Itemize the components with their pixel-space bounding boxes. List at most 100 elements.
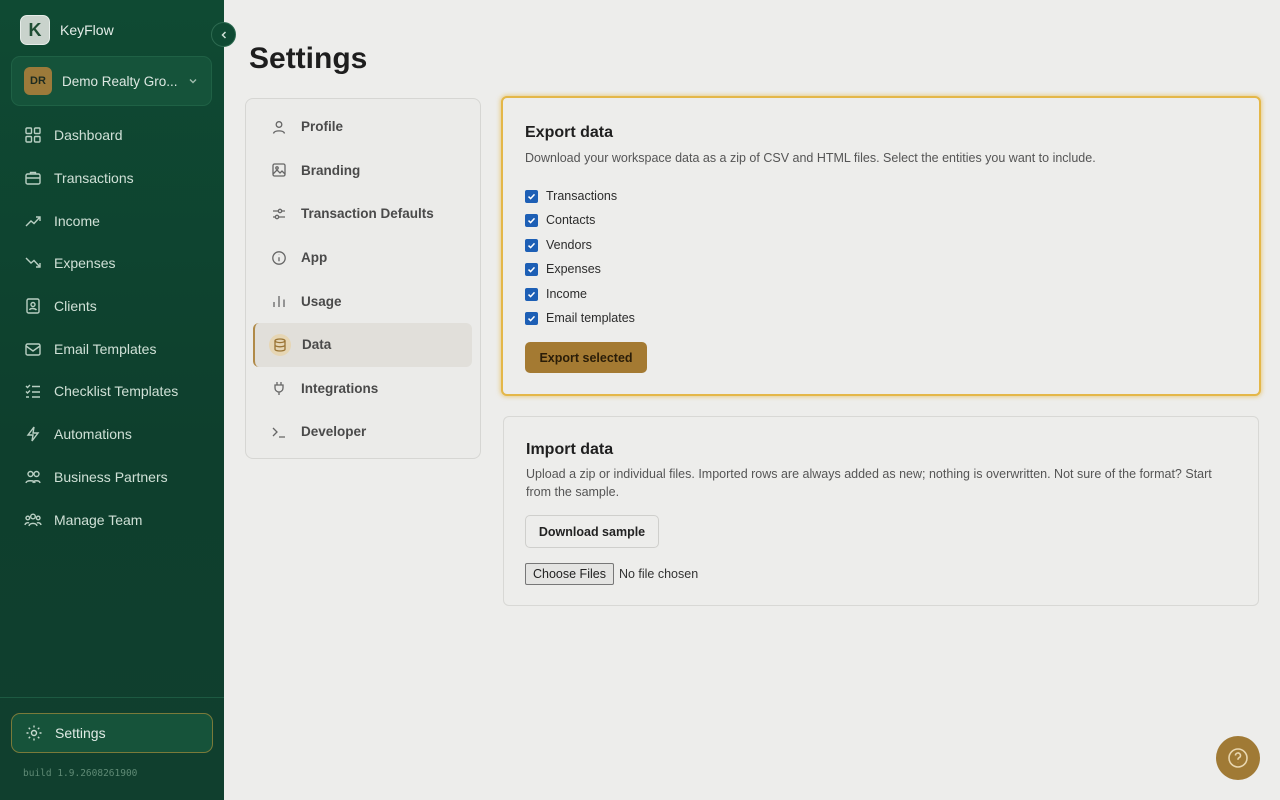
subnav-item-label: Integrations [301, 380, 379, 396]
choose-files-button[interactable]: Choose Files [525, 563, 614, 585]
subnav-item-profile[interactable]: Profile [254, 105, 472, 149]
subnav-item-branding[interactable]: Branding [254, 149, 472, 193]
terminal-icon [272, 427, 285, 438]
subnav-item-integrations[interactable]: Integrations [254, 367, 472, 411]
subnav-item-app[interactable]: App [254, 236, 472, 280]
checkbox[interactable] [525, 311, 538, 325]
checkbox[interactable] [525, 238, 538, 252]
subnav-item-label: Usage [301, 293, 342, 309]
checkbox[interactable] [525, 287, 538, 301]
user-icon [272, 120, 286, 134]
sidebar-nav: Dashboard Transactions Income Expenses C… [11, 114, 212, 541]
subnav-item-usage[interactable]: Usage [254, 279, 472, 323]
sidebar-divider [0, 697, 224, 698]
org-avatar: DR [24, 67, 52, 95]
app-name: KeyFlow [60, 22, 114, 38]
sidebar-item-label: Income [54, 212, 100, 229]
export-option-vendors[interactable]: Vendors [525, 238, 592, 252]
sidebar-item-transactions[interactable]: Transactions [11, 157, 212, 200]
subnav-item-label: Data [302, 337, 332, 353]
subnav-item-label: Profile [301, 119, 344, 135]
checkbox[interactable] [525, 262, 538, 276]
page-title: Settings [249, 42, 368, 75]
sidebar-item-clients[interactable]: Clients [11, 285, 212, 328]
sidebar-item-label: Settings [55, 725, 106, 741]
help-icon [1228, 748, 1248, 768]
brand[interactable]: K KeyFlow [20, 15, 114, 45]
users-icon [25, 470, 41, 484]
subnav-item-label: App [301, 250, 328, 266]
download-sample-button[interactable]: Download sample [525, 515, 659, 548]
gear-icon [26, 725, 42, 741]
import-data-card: Import data Upload a zip or individual f… [503, 416, 1259, 606]
file-status: No file chosen [618, 567, 699, 581]
option-label: Expenses [546, 262, 601, 276]
export-option-expenses[interactable]: Expenses [525, 262, 601, 276]
export-description: Download your workspace data as a zip of… [525, 151, 1096, 165]
option-label: Vendors [546, 238, 592, 252]
export-option-email-templates[interactable]: Email templates [525, 311, 635, 325]
dashboard-icon [25, 127, 41, 144]
org-switcher[interactable]: DR Demo Realty Gro... [11, 56, 212, 106]
chevron-down-icon [189, 79, 197, 84]
sidebar-item-label: Expenses [54, 255, 116, 272]
export-title: Export data [525, 124, 614, 141]
image-icon [272, 163, 286, 178]
sidebar-item-automations[interactable]: Automations [11, 413, 212, 456]
sidebar-item-label: Dashboard [54, 127, 123, 144]
sidebar-item-label: Automations [54, 426, 132, 443]
briefcase-icon [25, 171, 41, 185]
export-selected-button[interactable]: Export selected [525, 342, 647, 373]
sidebar-item-label: Transactions [54, 170, 134, 187]
subnav-item-label: Transaction Defaults [301, 206, 434, 222]
database-icon [274, 338, 286, 352]
database-icon-wrap [269, 333, 291, 356]
sidebar-item-dashboard[interactable]: Dashboard [11, 114, 212, 157]
sidebar-item-label: Clients [54, 298, 97, 315]
bolt-icon [26, 426, 40, 442]
check-icon [527, 193, 536, 200]
checkbox[interactable] [525, 213, 538, 227]
check-icon [527, 315, 536, 322]
checklist-icon [25, 384, 40, 399]
check-icon [527, 242, 536, 249]
sidebar-item-income[interactable]: Income [11, 199, 212, 242]
plug-icon [274, 382, 284, 396]
sidebar-item-manage-team[interactable]: Manage Team [11, 498, 212, 541]
trending-down-icon [25, 257, 41, 269]
sidebar-item-label: Business Partners [54, 468, 168, 485]
sidebar-item-expenses[interactable]: Expenses [11, 242, 212, 285]
export-option-transactions[interactable]: Transactions [525, 189, 617, 203]
file-input[interactable]: Choose Files No file chosen [525, 563, 698, 585]
sidebar: K KeyFlow DR Demo Realty Gro... Dashboar… [0, 0, 224, 800]
subnav-item-data[interactable]: Data [253, 322, 472, 367]
export-option-contacts[interactable]: Contacts [525, 213, 595, 227]
chevron-left-icon [220, 30, 226, 39]
app-logo: K [20, 15, 50, 45]
subnav-item-transaction-defaults[interactable]: Transaction Defaults [254, 192, 472, 236]
sidebar-item-label: Checklist Templates [54, 383, 179, 400]
export-option-income[interactable]: Income [525, 287, 587, 301]
checkbox[interactable] [525, 189, 538, 203]
settings-subnav: Profile Branding Transaction Defaults Ap… [245, 98, 481, 459]
collapse-sidebar-button[interactable] [211, 22, 236, 47]
org-name: Demo Realty Gro... [62, 73, 177, 89]
import-description: Upload a zip or individual files. Import… [526, 467, 1212, 499]
trending-up-icon [25, 216, 41, 227]
sliders-icon [273, 208, 285, 220]
option-label: Contacts [546, 213, 596, 227]
check-icon [527, 291, 536, 298]
sidebar-item-business-partners[interactable]: Business Partners [11, 456, 212, 499]
option-label: Transactions [546, 189, 618, 203]
subnav-item-label: Developer [301, 424, 367, 440]
help-button[interactable] [1216, 736, 1260, 780]
sidebar-item-settings[interactable]: Settings [11, 713, 213, 753]
sidebar-item-label: Manage Team [54, 511, 143, 528]
subnav-item-developer[interactable]: Developer [254, 410, 472, 454]
team-icon [24, 513, 42, 526]
sidebar-item-email-templates[interactable]: Email Templates [11, 327, 212, 370]
mail-icon [25, 343, 41, 356]
sidebar-item-checklist-templates[interactable]: Checklist Templates [11, 370, 212, 413]
option-label: Email templates [546, 311, 635, 325]
check-icon [527, 266, 536, 273]
